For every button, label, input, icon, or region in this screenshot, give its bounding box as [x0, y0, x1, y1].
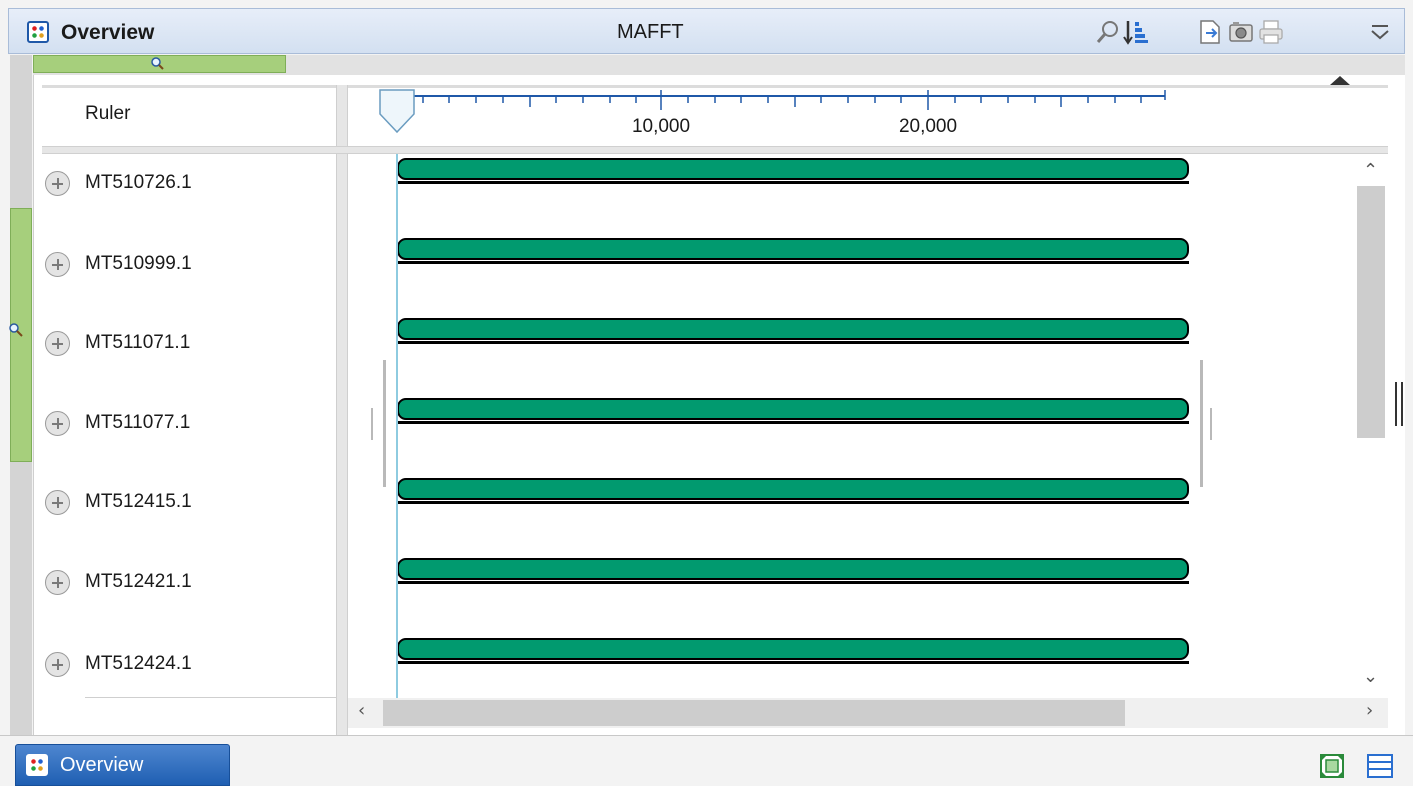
overview-app-icon	[27, 21, 49, 43]
expand-sequence-button[interactable]	[45, 652, 70, 677]
sequence-track[interactable]	[397, 398, 1189, 424]
window-title: Overview	[61, 21, 155, 44]
sequence-name[interactable]: MT512415.1	[85, 491, 192, 513]
export-icon[interactable]	[1196, 18, 1224, 46]
collapse-ruler-icon[interactable]	[1330, 76, 1350, 85]
sequence-name[interactable]: MT510726.1	[85, 172, 192, 194]
overview-tab-icon	[26, 754, 48, 776]
overview-magnifier-icon	[151, 57, 164, 70]
expand-sequence-button[interactable]	[45, 490, 70, 515]
expand-sequence-button[interactable]	[45, 252, 70, 277]
position-cursor-line[interactable]	[396, 154, 398, 698]
ruler-ticks	[422, 90, 1166, 110]
search-icon[interactable]	[1094, 18, 1122, 46]
sequence-name[interactable]: MT512424.1	[85, 653, 192, 675]
sequence-track[interactable]	[397, 158, 1189, 184]
sequence-track[interactable]	[397, 318, 1189, 344]
sequence-track[interactable]	[397, 558, 1189, 584]
sequence-name[interactable]: MT511077.1	[85, 412, 190, 434]
selection-handle-left-inner[interactable]	[371, 408, 373, 440]
sequence-track[interactable]	[397, 238, 1189, 264]
sequence-name[interactable]: MT510999.1	[85, 253, 192, 275]
snapshot-icon[interactable]	[1227, 18, 1255, 46]
horizontal-scrollbar[interactable]: ‹ ›	[348, 698, 1388, 728]
ruler-position-marker[interactable]	[379, 89, 415, 134]
app-window: Overview MAFFT Ruler 10,000 20,000 MT510…	[0, 0, 1413, 786]
scroll-right-icon[interactable]: ›	[1366, 700, 1373, 721]
ruler: 10,000 20,000	[379, 89, 1166, 137]
expand-sequence-button[interactable]	[45, 331, 70, 356]
ruler-tick-label-20000: 20,000	[899, 116, 957, 137]
selection-handle-left[interactable]	[383, 360, 386, 487]
expand-sequence-button[interactable]	[45, 411, 70, 436]
print-icon[interactable]	[1257, 18, 1285, 46]
vertical-scroll-thumb[interactable]	[1357, 186, 1385, 438]
sequence-name[interactable]: MT511071.1	[85, 332, 190, 354]
scroll-up-icon[interactable]: ⌃	[1363, 160, 1378, 181]
sequence-track[interactable]	[397, 638, 1189, 664]
sequence-name[interactable]: MT512421.1	[85, 571, 192, 593]
panel-resize-grip[interactable]	[1395, 382, 1403, 426]
overview-magnifier-icon-vertical	[9, 323, 23, 337]
layout-icon[interactable]	[1366, 752, 1394, 780]
ruler-separator	[42, 146, 1388, 154]
fit-to-window-icon[interactable]	[1318, 752, 1346, 780]
tab-overview-label: Overview	[60, 754, 144, 776]
name-column-bottom-line	[85, 697, 337, 698]
ruler-tick-label-10000: 10,000	[632, 116, 690, 137]
expand-sequence-button[interactable]	[45, 570, 70, 595]
scroll-left-icon[interactable]: ‹	[358, 700, 365, 721]
name-column-splitter[interactable]	[336, 85, 348, 735]
ruler-label: Ruler	[85, 103, 131, 124]
menu-dropdown-icon[interactable]	[1366, 18, 1394, 46]
tab-overview[interactable]: Overview	[15, 744, 230, 786]
overview-vertical-window[interactable]	[9, 208, 32, 462]
overview-horizontal-window[interactable]	[33, 55, 286, 73]
vertical-scrollbar[interactable]: ⌃ ⌄	[1355, 154, 1387, 698]
selection-handle-right[interactable]	[1200, 360, 1203, 487]
sequence-track[interactable]	[397, 478, 1189, 504]
expand-sequence-button[interactable]	[45, 171, 70, 196]
horizontal-scroll-thumb[interactable]	[383, 700, 1125, 726]
sort-icon[interactable]	[1122, 18, 1150, 46]
title-bar: Overview MAFFT	[8, 8, 1405, 54]
selection-handle-right-inner[interactable]	[1210, 408, 1212, 440]
scroll-down-icon[interactable]: ⌄	[1363, 666, 1378, 687]
document-title: MAFFT	[617, 21, 684, 43]
